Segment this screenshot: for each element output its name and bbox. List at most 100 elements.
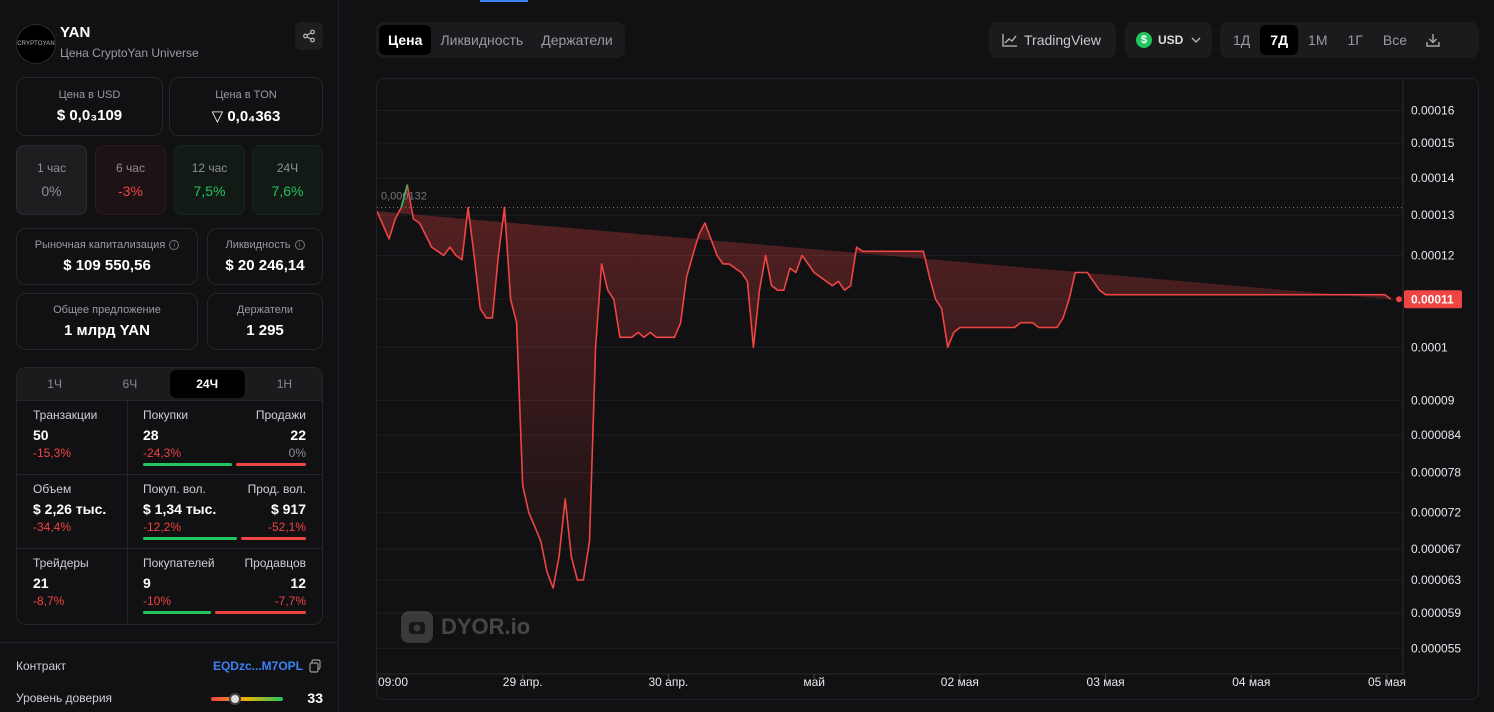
tab-price[interactable]: Цена xyxy=(379,25,432,55)
traders-label: Трейдеры xyxy=(33,556,89,570)
volume-cell: Объем $ 2,26 тыс. -34,4% xyxy=(33,475,123,549)
x-tick-label: 30 апр. xyxy=(648,675,688,689)
timeframe-24h[interactable]: 24Ч xyxy=(169,370,245,398)
transactions-value: 50 xyxy=(33,427,49,443)
buy-volume-ratio-bar xyxy=(143,537,237,540)
y-tick-label: 0.000067 xyxy=(1411,542,1461,556)
sell-volume-label: Прод. вол. xyxy=(247,482,306,496)
sell-volume-change: -52,1% xyxy=(267,520,306,534)
active-section-indicator xyxy=(480,0,528,2)
tab-liquidity[interactable]: Ликвидность xyxy=(431,25,532,55)
holders-card[interactable]: Держатели 1 295 xyxy=(207,293,323,350)
stats-row-traders: Трейдеры 21 -8,7% Покупателей 9 -10% Про… xyxy=(17,548,322,623)
change-6h[interactable]: 6 час -3% xyxy=(95,145,166,215)
change-1h-label: 1 час xyxy=(37,161,66,175)
volume-label: Объем xyxy=(33,482,72,496)
holders-label: Держатели xyxy=(236,304,294,316)
y-tick-label: 0.00012 xyxy=(1411,248,1455,262)
stats-timeframe-selector: 1Ч 6Ч 24Ч 1Н xyxy=(17,368,322,400)
last-price-dot xyxy=(1396,296,1402,303)
sellers-change: -7,7% xyxy=(274,594,306,608)
buyers-ratio-bar xyxy=(143,611,211,614)
price-area xyxy=(377,185,1391,588)
tab-holders[interactable]: Держатели xyxy=(532,25,621,55)
contract-row: Контракт EQDzc...M7OPL xyxy=(16,657,323,677)
volume-change: -34,4% xyxy=(33,520,72,534)
supply-value: 1 млрд YAN xyxy=(64,322,150,339)
range-1m[interactable]: 1М xyxy=(1298,25,1337,55)
change-12h-label: 12 час xyxy=(191,161,228,175)
copy-icon[interactable] xyxy=(309,659,321,673)
dyor-watermark: DYOR.io xyxy=(401,611,530,643)
price-ton-label: Цена в TON xyxy=(215,88,277,101)
volume-value: $ 2,26 тыс. xyxy=(33,501,107,517)
x-tick-label: 29 апр. xyxy=(503,675,543,689)
market-cap-label: Рыночная капитализация xyxy=(34,239,166,251)
liquidity-card: Ликвидность i $ 20 246,14 xyxy=(207,228,323,285)
change-24h[interactable]: 24Ч 7,6% xyxy=(252,145,323,215)
range-1y[interactable]: 1Г xyxy=(1338,25,1373,55)
price-chart[interactable]: 0,000132 0.00016 0.00015 0.00014 0.00013 0.0… xyxy=(377,79,1479,700)
trust-row: Уровень доверия 33 xyxy=(16,689,323,709)
x-tick-label: май xyxy=(803,675,825,689)
timeframe-1w[interactable]: 1Н xyxy=(247,368,322,400)
trust-level-track xyxy=(211,697,283,701)
trust-label: Уровень доверия xyxy=(16,691,113,705)
sell-ratio-bar xyxy=(236,463,306,466)
download-icon xyxy=(1426,34,1440,47)
timeframe-6h[interactable]: 6Ч xyxy=(92,368,167,400)
timeframe-1h[interactable]: 1Ч xyxy=(17,368,92,400)
range-all[interactable]: Все xyxy=(1373,25,1417,55)
buys-change: -24,3% xyxy=(143,446,182,460)
time-range-selector: 1Д 7Д 1М 1Г Все xyxy=(1220,22,1479,58)
share-icon xyxy=(303,29,315,43)
contract-label: Контракт xyxy=(16,659,67,673)
range-1d[interactable]: 1Д xyxy=(1223,25,1260,55)
tradingview-button[interactable]: TradingView xyxy=(989,22,1116,58)
divider xyxy=(127,475,128,549)
info-icon[interactable]: i xyxy=(294,240,305,250)
sellers-label: Продавцов xyxy=(244,556,306,570)
last-price-label: 0.00011 xyxy=(1411,292,1454,306)
info-icon[interactable]: i xyxy=(169,240,180,250)
currency-value: USD xyxy=(1158,33,1184,47)
sells-value: 22 xyxy=(290,427,306,443)
buy-ratio-bar xyxy=(143,463,232,466)
y-tick-label: 0.00014 xyxy=(1411,171,1455,185)
change-12h[interactable]: 12 час 7,5% xyxy=(174,145,245,215)
currency-select[interactable]: $ USD xyxy=(1125,22,1212,58)
transactions-change: -15,3% xyxy=(33,446,72,460)
token-logo: CRYPTOYAN xyxy=(16,24,56,64)
sellers-value: 12 xyxy=(290,575,306,591)
sell-volume-ratio-bar xyxy=(241,537,306,540)
buyers-label: Покупателей xyxy=(143,556,215,570)
contract-address-link[interactable]: EQDzc...M7OPL xyxy=(213,659,303,673)
transactions-cell: Транзакции 50 -15,3% xyxy=(33,401,123,475)
stats-row-volume: Объем $ 2,26 тыс. -34,4% Покуп. вол. $ 1… xyxy=(17,474,322,549)
trust-value: 33 xyxy=(307,690,323,706)
market-cap-card: Рыночная капитализация i $ 109 550,56 xyxy=(16,228,198,285)
trust-level-slider[interactable] xyxy=(228,693,241,705)
x-tick-label: 05 мая xyxy=(1368,675,1406,689)
x-tick-label: 09:00 xyxy=(378,675,408,689)
x-tick-label: 04 мая xyxy=(1232,675,1270,689)
range-7d[interactable]: 7Д xyxy=(1260,25,1299,55)
buyers-change: -10% xyxy=(143,594,172,608)
change-24h-label: 24Ч xyxy=(276,161,299,175)
sell-volume-value: $ 917 xyxy=(270,501,306,517)
change-1h[interactable]: 1 час 0% xyxy=(16,145,87,215)
holders-value: 1 295 xyxy=(246,322,284,339)
change-24h-value: 7,6% xyxy=(271,183,304,199)
buys-label: Покупки xyxy=(143,408,189,422)
download-button[interactable] xyxy=(1417,25,1449,55)
y-tick-label: 0.00016 xyxy=(1411,104,1455,118)
sellers-ratio-bar xyxy=(215,611,306,614)
share-button[interactable] xyxy=(295,22,323,50)
y-tick-label: 0.00015 xyxy=(1411,136,1455,150)
change-6h-label: 6 час xyxy=(116,161,145,175)
dyor-logo-icon xyxy=(401,611,433,643)
trade-stats: 1Ч 6Ч 24Ч 1Н Транзакции 50 -15,3% Покупк… xyxy=(16,367,323,625)
chevron-down-icon xyxy=(1191,37,1201,43)
y-tick-label: 0.000072 xyxy=(1411,506,1461,520)
sells-label: Продажи xyxy=(255,408,306,422)
